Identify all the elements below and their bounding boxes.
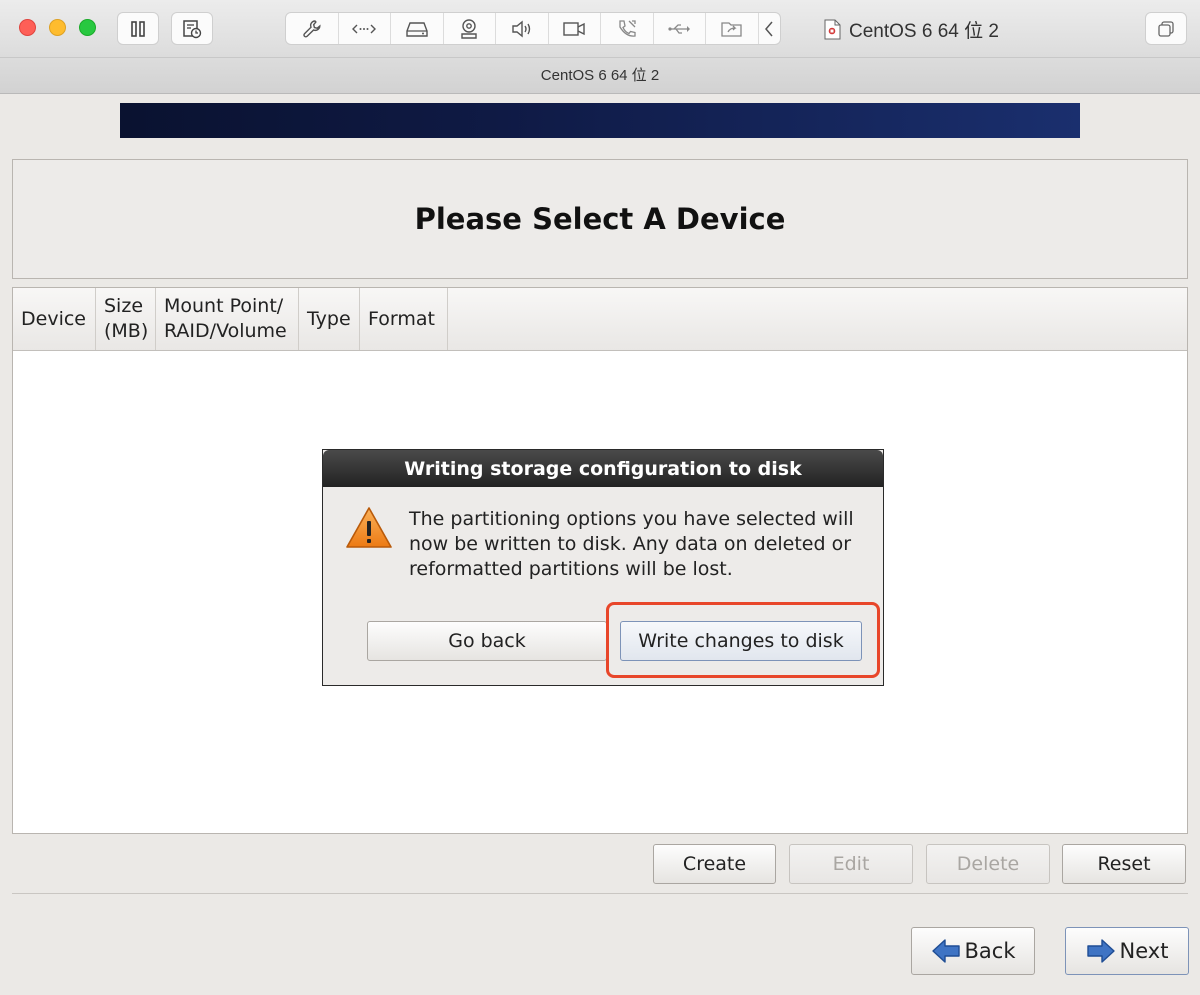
warning-icon xyxy=(346,507,392,548)
edit-button[interactable]: Edit xyxy=(789,844,913,884)
next-button-label: Next xyxy=(1119,939,1169,963)
installer-banner xyxy=(120,103,1080,138)
dialog-message: The partitioning options you have select… xyxy=(409,508,854,580)
sound-icon xyxy=(512,20,530,37)
arrow-left-icon xyxy=(931,939,960,963)
arrow-right-icon xyxy=(1086,939,1115,963)
pause-button[interactable] xyxy=(117,12,159,45)
divider xyxy=(12,893,1188,894)
camera-icon xyxy=(461,18,477,39)
phone-icon xyxy=(619,19,636,37)
go-back-button[interactable]: Go back xyxy=(367,621,607,661)
wrench-icon xyxy=(303,19,321,37)
video-camera-button[interactable] xyxy=(549,13,601,44)
hard-disk-button[interactable] xyxy=(391,13,444,44)
column-header-device[interactable]: Device xyxy=(13,288,96,350)
window-copy-icon xyxy=(1158,20,1174,37)
snapshot-button[interactable] xyxy=(171,12,213,45)
vm-tab-label: CentOS 6 64 位 2 xyxy=(540,67,660,84)
video-camera-icon xyxy=(563,21,585,36)
vm-tab[interactable]: CentOS 6 64 位 2 xyxy=(0,58,1200,94)
shared-folder-icon xyxy=(721,21,742,37)
snapshot-icon xyxy=(183,19,202,38)
window-title: CentOS 6 64 位 2 xyxy=(824,17,999,42)
column-header-format[interactable]: Format xyxy=(360,288,448,350)
back-button-label: Back xyxy=(964,939,1016,963)
page-title: Please Select A Device xyxy=(414,202,786,236)
device-toolbar xyxy=(285,12,781,45)
column-header-size[interactable]: Size (MB) xyxy=(96,288,156,350)
reset-button[interactable]: Reset xyxy=(1062,844,1186,884)
window-copy-button[interactable] xyxy=(1145,12,1187,45)
sound-button[interactable] xyxy=(496,13,549,44)
hard-disk-icon xyxy=(406,21,428,37)
phone-button[interactable] xyxy=(601,13,654,44)
vm-document-icon xyxy=(824,19,841,39)
minimize-window-button[interactable] xyxy=(49,19,66,36)
usb-button[interactable] xyxy=(654,13,706,44)
back-button[interactable]: Back xyxy=(911,927,1035,975)
close-window-button[interactable] xyxy=(19,19,36,36)
column-header-mount-point[interactable]: Mount Point/ RAID/Volume xyxy=(156,288,299,350)
shared-folder-button[interactable] xyxy=(706,13,759,44)
network-icon xyxy=(352,24,377,33)
dialog-title: Writing storage configuration to disk xyxy=(323,450,883,487)
column-header-type[interactable]: Type xyxy=(299,288,360,350)
toolbar-collapse-button[interactable] xyxy=(759,13,779,44)
window-title-text: CentOS 6 64 位 2 xyxy=(849,20,999,42)
create-button[interactable]: Create xyxy=(653,844,776,884)
usb-icon xyxy=(668,23,691,34)
next-button[interactable]: Next xyxy=(1065,927,1189,975)
zoom-window-button[interactable] xyxy=(79,19,96,36)
table-header: Device Size (MB) Mount Point/ RAID/Volum… xyxy=(13,288,1187,351)
delete-button[interactable]: Delete xyxy=(926,844,1050,884)
pause-icon xyxy=(131,20,145,37)
network-button[interactable] xyxy=(339,13,391,44)
window-titlebar: CentOS 6 64 位 2 xyxy=(0,0,1200,58)
page-header: Please Select A Device xyxy=(12,159,1188,279)
chevron-left-icon xyxy=(764,21,773,36)
settings-button[interactable] xyxy=(286,13,339,44)
camera-button[interactable] xyxy=(444,13,496,44)
write-changes-highlight xyxy=(606,602,880,678)
